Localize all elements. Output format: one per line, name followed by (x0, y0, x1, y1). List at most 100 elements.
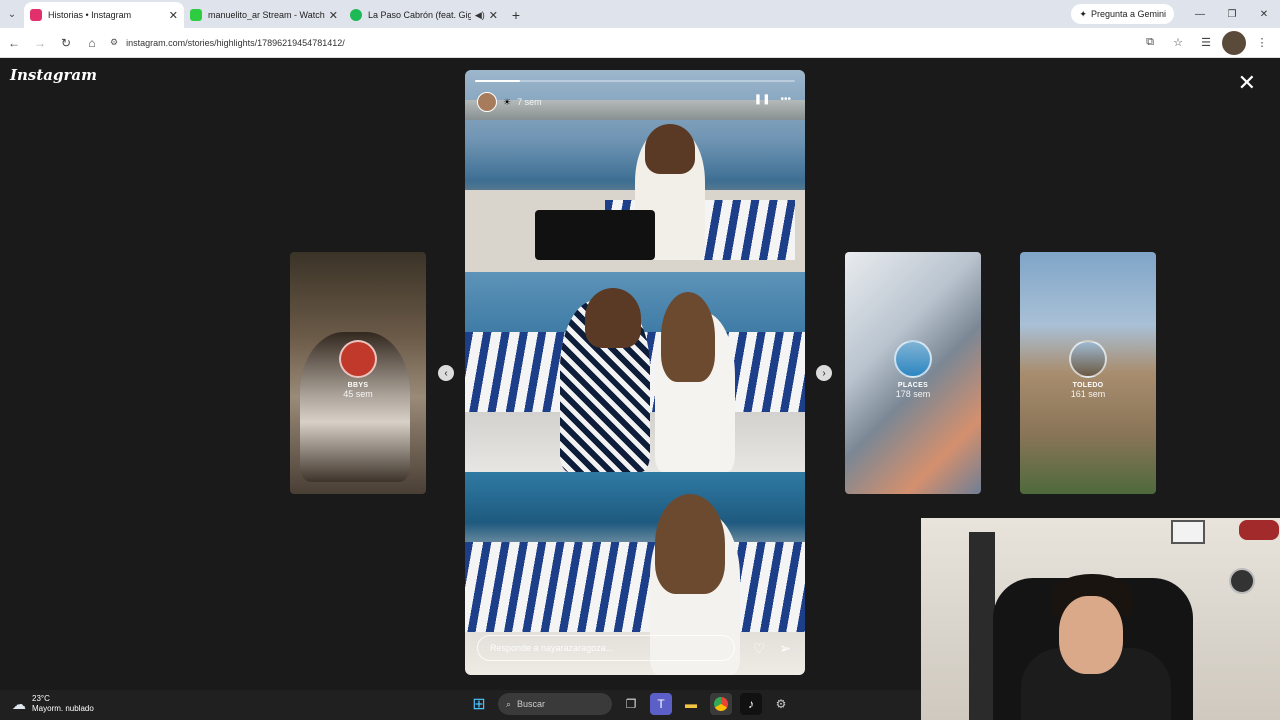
address-bar-actions: ⧉ ☆ ☰ ⋮ (1138, 30, 1274, 55)
reply-input[interactable]: Responde a nayarazaragoza... (477, 635, 735, 661)
story-controls: ❚❚ ••• (754, 94, 791, 105)
windows-start-icon[interactable]: ⊞ (468, 693, 490, 715)
url-text: instagram.com/stories/highlights/1789621… (126, 37, 345, 48)
weather-text: 23°C Mayorm. nublado (32, 694, 94, 714)
close-tab-icon[interactable]: ✕ (329, 9, 338, 22)
highlight-cover (1069, 340, 1107, 378)
browser-tab-bar: ⌄ Historias • Instagram ✕ manuelito_ar S… (0, 0, 1280, 28)
webcam-overlay (921, 518, 1280, 720)
weather-temperature: 23°C (32, 694, 50, 703)
hair (585, 288, 641, 348)
highlight-name: PLACES (897, 382, 929, 389)
weather-condition: Mayorm. nublado (32, 704, 94, 713)
highlight-overlay: TOLEDO 161 sem (1020, 340, 1156, 399)
minimize-icon[interactable]: — (1184, 0, 1216, 28)
story-viewer[interactable]: ☀ 7 sem ❚❚ ••• Responde a nayarazaragoza… (465, 70, 805, 675)
webcam-wall-frame (1171, 520, 1205, 544)
highlight-time: 178 sem (895, 389, 931, 399)
url-field[interactable]: ⚙ instagram.com/stories/highlights/17896… (110, 31, 1138, 55)
highlight-overlay: BBYS 45 sem (290, 340, 426, 399)
weather-widget[interactable]: ☁ 23°C Mayorm. nublado (12, 694, 94, 714)
chrome-logo (714, 697, 728, 711)
previous-story-button[interactable]: ‹ (438, 365, 454, 381)
webcam-background-door (969, 532, 995, 720)
send-icon[interactable]: ➢ (779, 640, 791, 657)
more-options-icon[interactable]: ••• (780, 94, 791, 105)
sun-emoji-icon: ☀ (503, 96, 512, 107)
menu-dots-icon[interactable]: ⋮ (1250, 31, 1274, 55)
hair (645, 124, 695, 174)
taskbar-search[interactable]: ⌕ Buscar (498, 693, 612, 715)
tab-title: manuelito_ar Stream - Watch Li (208, 10, 325, 20)
highlight-cover (894, 340, 932, 378)
highlight-overlay: PLACES 178 sem (845, 340, 981, 399)
story-actions: ♡ ➢ (753, 640, 791, 657)
kick-favicon-icon (190, 9, 202, 21)
highlight-bbys[interactable]: BBYS 45 sem (290, 252, 426, 494)
pause-icon[interactable]: ❚❚ (754, 94, 771, 105)
windows-taskbar: ☁ 23°C Mayorm. nublado ⊞ ⌕ Buscar ❐ T ▬ … (0, 690, 921, 720)
window-controls: — ❐ ✕ (1184, 0, 1280, 28)
reading-list-icon[interactable]: ☰ (1194, 31, 1218, 55)
forward-icon[interactable]: → (28, 31, 52, 55)
webcam-red-object (1239, 520, 1279, 540)
taskbar-apps: ⊞ ⌕ Buscar ❐ T ▬ ♪ ⚙ (468, 693, 792, 715)
highlight-name: TOLEDO (1072, 382, 1104, 389)
story-header: ☀ 7 sem (477, 92, 542, 112)
chrome-icon[interactable] (710, 693, 732, 715)
instagram-logo[interactable]: Instagram (10, 66, 97, 84)
close-tab-icon[interactable]: ✕ (169, 9, 178, 22)
teams-icon[interactable]: T (650, 693, 672, 715)
highlight-time: 161 sem (1070, 389, 1106, 399)
profile-avatar[interactable] (1222, 30, 1246, 55)
gemini-button[interactable]: ✦ Pregunta a Gemini (1071, 4, 1174, 24)
story-avatar[interactable] (477, 92, 497, 112)
hair (661, 292, 715, 382)
install-app-icon[interactable]: ⧉ (1138, 31, 1162, 55)
shopping-bags (535, 210, 655, 260)
close-stories-icon[interactable]: ✕ (1238, 70, 1256, 96)
back-icon[interactable]: ← (2, 31, 26, 55)
speaker-icon[interactable]: ◀) (475, 10, 485, 21)
restore-icon[interactable]: ❐ (1216, 0, 1248, 28)
steam-icon[interactable]: ⚙ (770, 693, 792, 715)
avatar (1222, 30, 1246, 55)
webcam-chair-logo-icon (1229, 568, 1255, 594)
tab-title: Historias • Instagram (48, 10, 132, 20)
home-icon[interactable]: ⌂ (80, 31, 104, 55)
bookmark-star-icon[interactable]: ☆ (1166, 31, 1190, 55)
heart-icon[interactable]: ♡ (753, 640, 766, 657)
gemini-sparkle-icon: ✦ (1079, 8, 1087, 19)
tab-kick[interactable]: manuelito_ar Stream - Watch Li ✕ (184, 2, 344, 28)
spotify-favicon-icon (350, 9, 362, 21)
striped-cushion (465, 542, 805, 632)
story-progress-bar (475, 80, 795, 82)
reload-icon[interactable]: ↻ (54, 31, 78, 55)
next-story-button[interactable]: › (816, 365, 832, 381)
tab-instagram[interactable]: Historias • Instagram ✕ (24, 2, 184, 28)
search-icon: ⌕ (506, 698, 512, 709)
story-time: 7 sem (517, 97, 542, 107)
file-explorer-icon[interactable]: ▬ (680, 693, 702, 715)
highlight-time: 45 sem (343, 389, 373, 399)
close-window-icon[interactable]: ✕ (1248, 0, 1280, 28)
highlight-toledo[interactable]: TOLEDO 161 sem (1020, 252, 1156, 494)
new-tab-button[interactable]: + (504, 2, 528, 28)
tab-spotify[interactable]: La Paso Cabrón (feat. Gigoli ◀) ✕ (344, 2, 504, 28)
tab-search-icon[interactable]: ⌄ (0, 0, 24, 28)
webcam-person-face (1059, 596, 1123, 674)
highlight-places[interactable]: PLACES 178 sem (845, 252, 981, 494)
highlight-name: BBYS (347, 382, 369, 389)
hair (655, 494, 725, 594)
site-info-icon[interactable]: ⚙ (110, 37, 118, 48)
address-bar: ← → ↻ ⌂ ⚙ instagram.com/stories/highligh… (0, 28, 1280, 58)
task-view-icon[interactable]: ❐ (620, 693, 642, 715)
tab-title: La Paso Cabrón (feat. Gigoli (368, 10, 471, 20)
story-photo-middle (465, 272, 805, 472)
instagram-favicon-icon (30, 9, 42, 21)
tiktok-icon[interactable]: ♪ (740, 693, 762, 715)
close-tab-icon[interactable]: ✕ (489, 9, 498, 22)
cloud-icon: ☁ (12, 695, 26, 712)
gemini-label: Pregunta a Gemini (1090, 9, 1166, 19)
reply-placeholder: Responde a nayarazaragoza... (490, 643, 614, 653)
